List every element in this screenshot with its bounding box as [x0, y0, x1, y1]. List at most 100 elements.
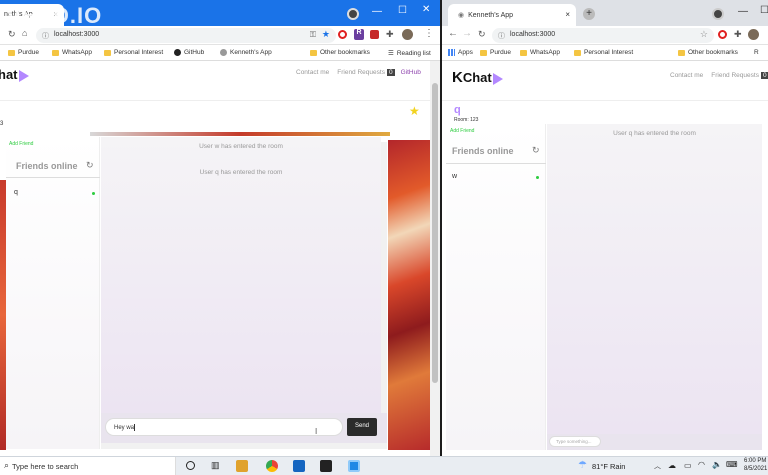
clock[interactable]: 6:00 PM 8/5/2021 [744, 457, 768, 473]
nav-contact-me[interactable]: Contact me [670, 72, 703, 79]
horizontal-scrollbar[interactable] [101, 443, 387, 449]
bookmark-whatsapp[interactable]: WhatsApp [52, 49, 92, 56]
nav-friend-requests[interactable]: Friend Requests [711, 72, 759, 79]
top-divider [90, 132, 390, 136]
reload-icon[interactable]: ↻ [478, 29, 486, 40]
refresh-icon[interactable]: ↻ [532, 145, 540, 156]
taskbar-search-box[interactable]: ⌕ Type here to search [0, 457, 176, 475]
page-scrollbar[interactable] [430, 61, 440, 456]
nav-friend-requests[interactable]: Friend Requests [337, 69, 385, 76]
avatar[interactable] [402, 29, 413, 40]
tab-title: Kenneth's App [468, 12, 514, 19]
app-logo[interactable]: KChat [452, 69, 503, 86]
minimize-icon[interactable]: — [372, 6, 382, 17]
star-outline-icon[interactable]: ☆ [700, 29, 708, 40]
online-status-dot [92, 192, 95, 195]
maximize-icon[interactable]: ☐ [760, 5, 768, 16]
chrome-icon[interactable] [266, 460, 278, 472]
chat-scrollbar[interactable] [381, 142, 387, 448]
friend-list-item[interactable]: q [14, 189, 18, 196]
profile-icon[interactable] [347, 8, 359, 20]
opera-icon[interactable] [718, 30, 727, 39]
message-input[interactable]: Hey wa [105, 418, 343, 436]
app-logo[interactable]: hat [0, 67, 29, 82]
friend-list-item[interactable]: w [452, 173, 457, 180]
send-button[interactable]: Send [347, 418, 377, 436]
url-text: localhost:3000 [54, 31, 100, 38]
close-tab-icon[interactable]: × [565, 10, 570, 19]
url-bar[interactable]: ⓘ localhost:3000 ⚿ ★ [36, 28, 336, 43]
nav-contact-me[interactable]: Contact me [296, 69, 329, 76]
online-status-dot [536, 176, 539, 179]
bookmark-other[interactable]: Other bookmarks [678, 49, 738, 56]
new-tab-icon[interactable]: + [583, 8, 595, 20]
profile-icon[interactable] [712, 8, 724, 20]
url-text: localhost:3000 [510, 31, 556, 38]
friends-panel: Add Friend Friends online ↻ q [6, 137, 100, 449]
reload-icon[interactable]: ↻ [8, 29, 16, 40]
weather-icon: ☂ [578, 460, 587, 471]
browser-tab[interactable]: ◉ Kenneth's App × [448, 4, 576, 26]
bookmark-purdue[interactable]: Purdue [480, 49, 511, 56]
system-message: User q has entered the room [613, 130, 696, 137]
bookmark-kenneths-app[interactable]: Kenneth's App [220, 49, 272, 56]
divider [6, 177, 100, 178]
battery-icon[interactable]: ▭ [684, 461, 692, 470]
puzzle-icon[interactable]: ✚ [734, 29, 742, 40]
system-message: User q has entered the room [199, 169, 283, 176]
bookmark-github[interactable]: GitHub [174, 49, 204, 56]
globe-icon: ◉ [458, 12, 465, 19]
bookmark-personal-interest[interactable]: Personal Interest [574, 49, 633, 56]
tray-arrow-icon[interactable]: ︿ [654, 461, 661, 471]
star-icon[interactable]: ★ [322, 29, 330, 40]
r-extension-icon[interactable]: R [354, 29, 364, 40]
search-icon: ⌕ [4, 460, 10, 470]
extension-icon[interactable] [370, 30, 379, 39]
maximize-icon[interactable]: ☐ [398, 5, 407, 16]
weather-text[interactable]: 81°F Rain [592, 462, 625, 471]
minimize-icon[interactable]: — [738, 6, 748, 17]
back-icon[interactable]: ← [448, 28, 458, 39]
language-icon[interactable]: ⌨ [726, 460, 738, 469]
menu-icon[interactable]: ⋮ [424, 28, 434, 39]
wifi-icon[interactable]: ◠ [698, 460, 705, 469]
onedrive-icon[interactable]: ☁ [668, 461, 676, 470]
star-icon[interactable]: ★ [409, 104, 420, 118]
bookmarks-bar: Purdue WhatsApp Personal Interest GitHub… [0, 45, 440, 61]
mail-icon[interactable] [293, 460, 305, 472]
bookmark-purdue[interactable]: Purdue [8, 49, 39, 56]
chat-composer: Type something... [547, 434, 762, 450]
bookmark-other[interactable]: Other bookmarks [310, 49, 370, 56]
key-icon[interactable]: ⚿ [310, 30, 316, 40]
bookmark-reading-list[interactable]: ☰ Reading list [388, 49, 431, 58]
bookmark-reading-list[interactable]: R [754, 49, 759, 56]
app-icon[interactable] [348, 460, 360, 472]
folder-icon [480, 49, 487, 56]
cortana-icon[interactable] [186, 461, 195, 470]
forward-icon[interactable]: → [462, 28, 472, 39]
add-friend-link[interactable]: Add Friend [9, 141, 33, 147]
puzzle-icon[interactable]: ✚ [386, 29, 394, 40]
username-label: q [454, 104, 461, 116]
chat-messages-area: User w has entered the room User q has e… [101, 137, 381, 413]
folder-icon [8, 49, 15, 56]
bookmark-whatsapp[interactable]: WhatsApp [520, 49, 560, 56]
terminal-icon[interactable] [320, 460, 332, 472]
opera-icon[interactable] [338, 30, 347, 39]
task-view-icon[interactable]: ▥ [211, 460, 220, 471]
add-friend-link[interactable]: Add Friend [450, 128, 474, 134]
bookmark-apps[interactable]: Apps [448, 49, 473, 56]
home-icon[interactable]: ⌂ [22, 28, 27, 38]
bookmark-personal-interest[interactable]: Personal Interest [104, 49, 163, 56]
windows-taskbar: ⌕ Type here to search ▥ ☂ 81°F Rain ︿ ☁ … [0, 456, 768, 475]
refresh-icon[interactable]: ↻ [86, 160, 94, 171]
close-window-icon[interactable]: ✕ [422, 4, 430, 15]
volume-icon[interactable]: 🔈 [712, 460, 722, 469]
friend-requests-badge: 0 [386, 69, 395, 76]
message-input[interactable]: Type something... [549, 436, 601, 447]
url-bar[interactable]: ⓘ localhost:3000 ☆ [492, 28, 714, 43]
avatar[interactable] [748, 29, 759, 40]
file-explorer-icon[interactable] [236, 460, 248, 472]
nav-github[interactable]: GitHub [401, 69, 421, 76]
scrollbar-thumb[interactable] [432, 83, 438, 383]
